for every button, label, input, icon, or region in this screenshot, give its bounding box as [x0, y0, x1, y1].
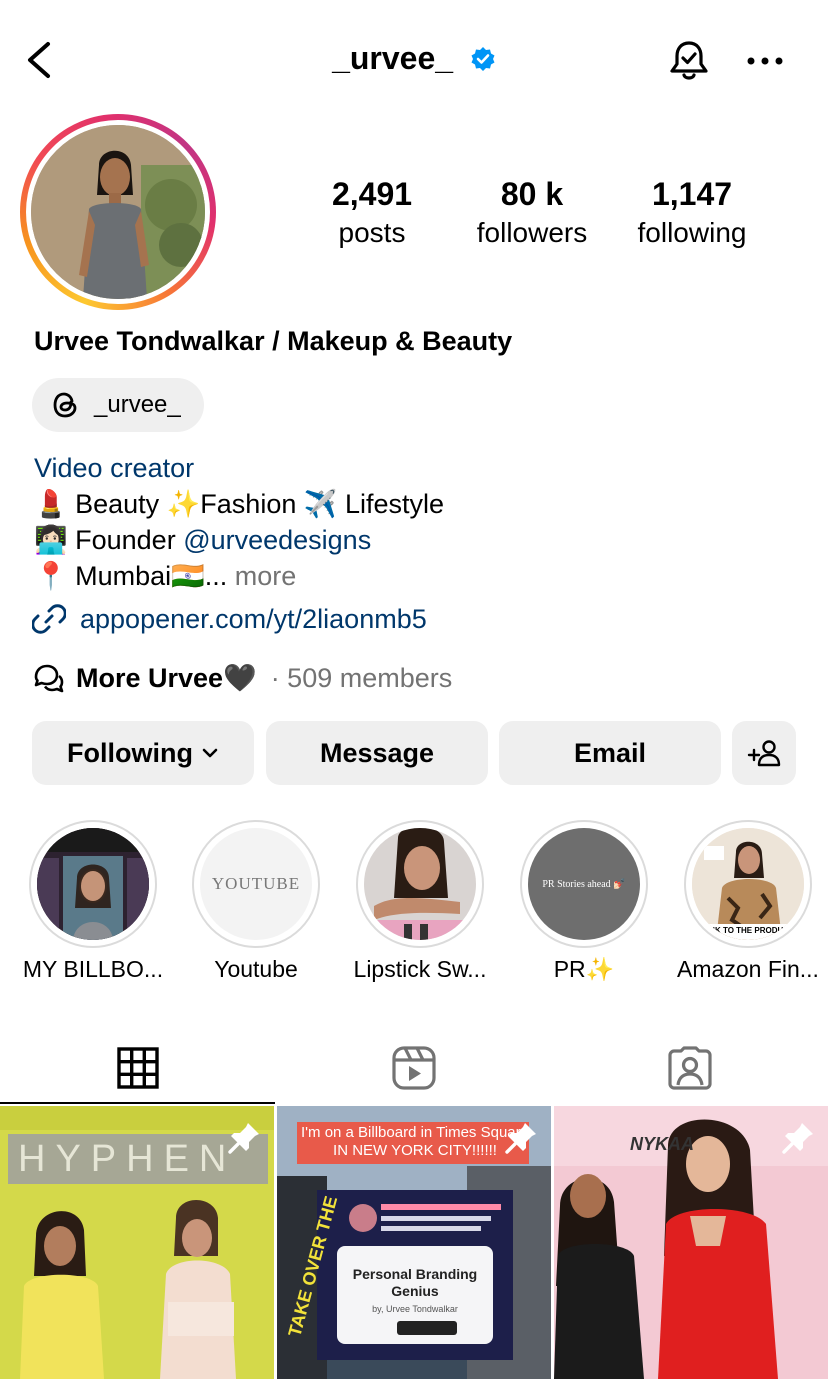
- avatar-photo: [31, 125, 205, 299]
- bio-line-1: 💄 Beauty ✨Fashion ✈️ Lifestyle: [34, 489, 445, 519]
- bio-line-3: 📍 Mumbai🇮🇳... more: [34, 561, 297, 591]
- grid-post[interactable]: I'm on a Billboard in Times Square IN NE…: [277, 1106, 551, 1379]
- bio-more-link[interactable]: more: [227, 561, 297, 591]
- story-highlight[interactable]: MY BILLBO...: [23, 820, 163, 982]
- story-highlight[interactable]: LINK TO THE PRODUCT Amazon Fin...: [677, 820, 819, 982]
- grid-post[interactable]: NYKAA: [554, 1106, 828, 1379]
- tagged-person-icon: [668, 1046, 712, 1090]
- bio-mention-link[interactable]: @urveedesigns: [183, 525, 371, 555]
- highlight-label: PR✨: [553, 956, 615, 982]
- post-overlay-text: HYPHEN: [18, 1138, 237, 1180]
- posts-count[interactable]: 2,491 posts: [316, 176, 428, 249]
- pinned-post-icon: [228, 1123, 259, 1154]
- highlight-cover-billboard: [37, 828, 149, 940]
- notifications-bell-icon[interactable]: [666, 38, 712, 84]
- threads-icon: [53, 392, 77, 418]
- billboard-title: Personal Branding Genius: [352, 1266, 478, 1299]
- highlight-cover-youtube: YOUTUBE: [200, 828, 312, 940]
- following-count[interactable]: 1,147 following: [626, 176, 758, 249]
- pinned-post-icon: [505, 1123, 536, 1154]
- profile-avatar[interactable]: [20, 114, 216, 310]
- message-button[interactable]: Message: [266, 721, 488, 785]
- profile-full-name: Urvee Tondwalkar / Makeup & Beauty: [34, 326, 513, 356]
- highlight-label: Amazon Fin...: [677, 956, 819, 982]
- email-button[interactable]: Email: [499, 721, 721, 785]
- reels-icon: [392, 1046, 436, 1090]
- story-highlight[interactable]: Lipstick Sw...: [354, 820, 486, 982]
- broadcast-channel-row[interactable]: More Urvee🖤 · 509 members: [32, 662, 452, 694]
- highlight-cover-lipstick: [364, 828, 476, 940]
- highlight-label: Youtube: [214, 956, 298, 982]
- highlight-label: MY BILLBO...: [22, 956, 164, 982]
- active-tab-indicator: [0, 1102, 275, 1104]
- channel-chat-icon: [34, 664, 64, 693]
- tab-tagged[interactable]: [552, 1030, 828, 1106]
- channel-members: · 509 members: [270, 662, 453, 693]
- highlight-cover-pr: PR Stories ahead 💅🏻: [528, 828, 640, 940]
- more-options-icon[interactable]: [746, 50, 784, 72]
- link-text: appopener.com/yt/2liaonmb5: [80, 603, 427, 634]
- story-highlight[interactable]: YOUTUBE Youtube: [191, 820, 321, 982]
- post-overlay-text: I'm on a Billboard in Times Square IN NE…: [301, 1124, 529, 1159]
- profile-category: Video creator: [34, 453, 195, 483]
- story-highlight[interactable]: PR Stories ahead 💅🏻 PR✨: [519, 820, 649, 982]
- chevron-down-icon: [202, 748, 218, 758]
- username-title: _urvee_: [332, 40, 454, 77]
- link-icon: [32, 604, 66, 634]
- profile-tabs: [0, 1030, 828, 1106]
- posts-grid: HYPHEN I'm on a Billboard in Times Squar…: [0, 1106, 828, 1379]
- grid-post[interactable]: HYPHEN: [0, 1106, 274, 1379]
- add-person-icon: [747, 740, 781, 767]
- profile-bio: Video creator 💄 Beauty ✨Fashion ✈️ Lifes…: [34, 450, 444, 594]
- tab-posts-grid[interactable]: [0, 1030, 276, 1106]
- threads-badge-button[interactable]: _urvee_: [32, 378, 204, 432]
- tab-reels[interactable]: [276, 1030, 552, 1106]
- channel-name: More Urvee🖤: [76, 663, 257, 693]
- threads-handle: _urvee_: [94, 391, 181, 418]
- pinned-post-icon: [782, 1123, 813, 1154]
- verified-badge-icon: [471, 46, 495, 71]
- highlight-cover-amazon: LINK TO THE PRODUCT: [692, 828, 804, 940]
- suggested-users-button[interactable]: [732, 721, 796, 785]
- followers-count[interactable]: 80 k followers: [466, 176, 598, 249]
- grid-icon: [117, 1047, 159, 1089]
- billboard-byline: by, Urvee Tondwalkar: [372, 1304, 458, 1314]
- highlight-label: Lipstick Sw...: [353, 956, 487, 982]
- top-bar: _urvee_: [0, 0, 828, 120]
- post-overlay-text: NYKAA: [630, 1134, 695, 1154]
- bio-line-2: 👩🏻‍💻 Founder @urveedesigns: [34, 525, 372, 555]
- profile-external-link[interactable]: appopener.com/yt/2liaonmb5: [32, 602, 427, 636]
- following-button[interactable]: Following: [32, 721, 254, 785]
